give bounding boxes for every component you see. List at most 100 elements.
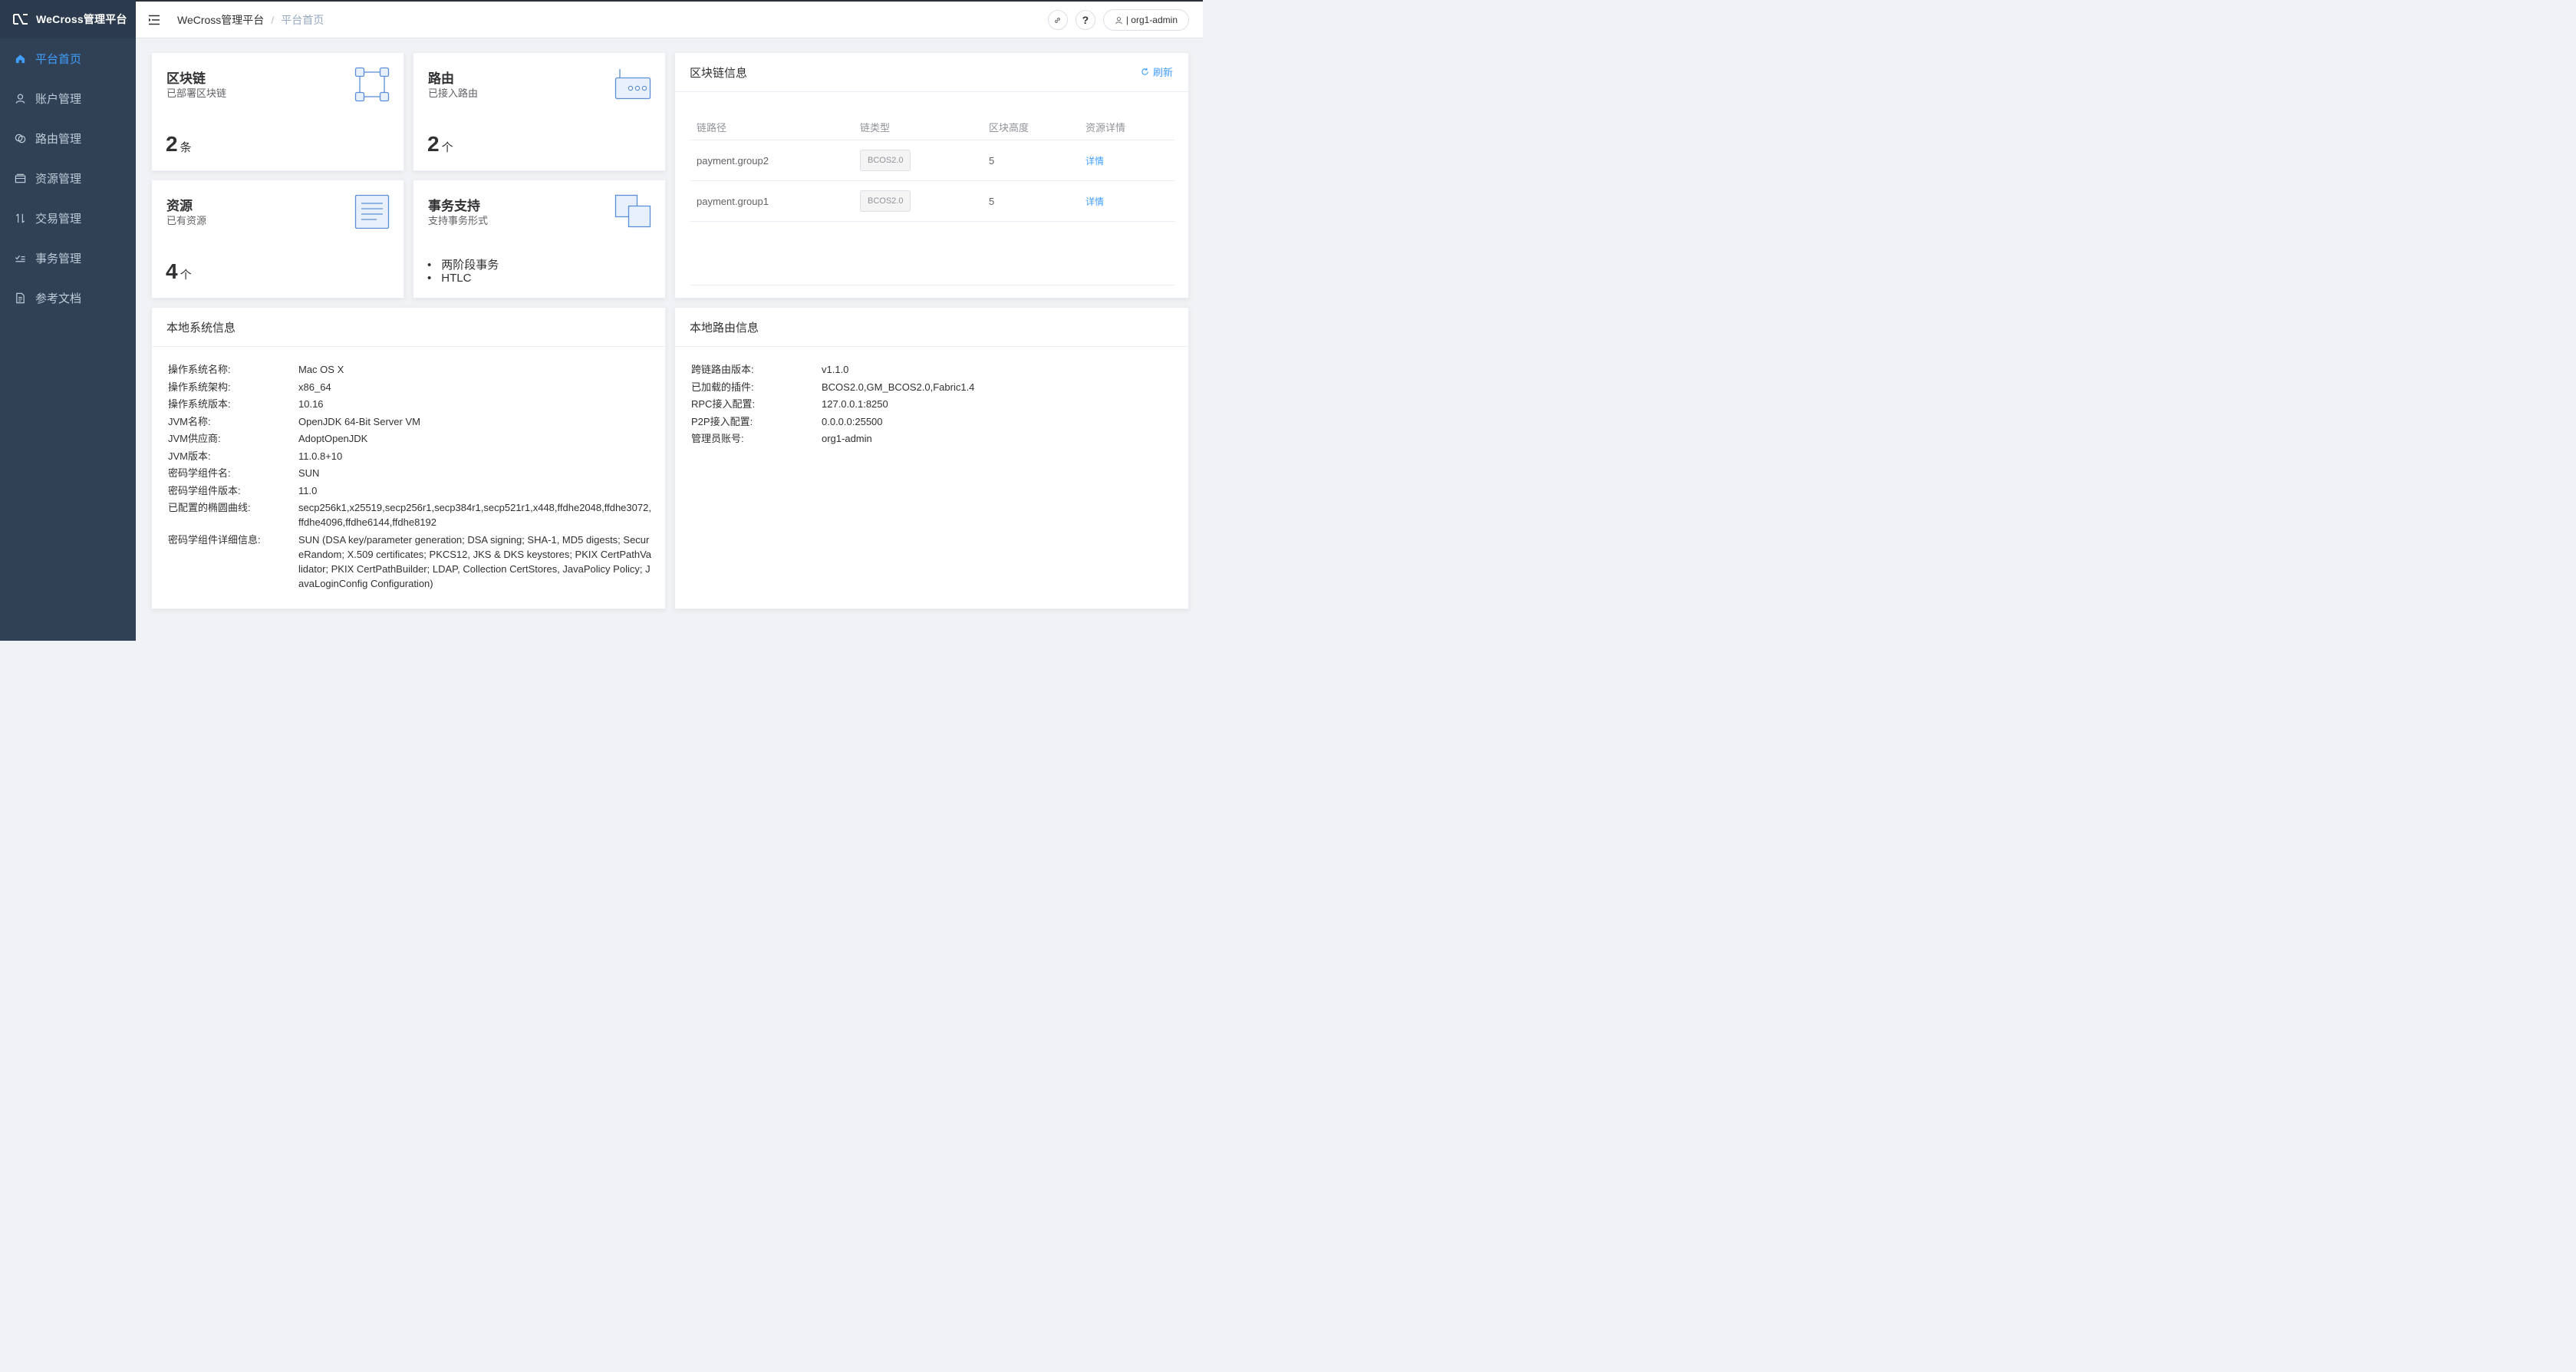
column-header-type: 链类型 [860, 122, 891, 134]
info-key: 操作系统架构: [168, 381, 231, 393]
link-icon [1055, 17, 1061, 23]
sidebar-item-accounts[interactable]: 账户管理 [0, 78, 136, 118]
panel-header: 区块链信息 刷新 [675, 53, 1188, 92]
info-value: org1-admin [822, 433, 872, 444]
stat-subtitle: 已部署区块链 [166, 87, 227, 99]
column-header-detail: 资源详情 [1085, 122, 1126, 134]
sidebar-item-txn-management[interactable]: 事务管理 [0, 238, 136, 278]
user-icon [1115, 16, 1122, 24]
stat-title: 区块链 [166, 71, 206, 86]
info-row: 已加载的插件: BCOS2.0,GM_BCOS2.0,Fabric1.4 [691, 380, 1176, 394]
sidebar-item-label: 资源管理 [35, 172, 82, 186]
info-row: 管理员账号: org1-admin [691, 431, 1176, 446]
info-key: JVM名称: [168, 415, 211, 427]
info-key: JVM版本: [168, 450, 211, 462]
list-item: • 两阶段事务 [427, 259, 499, 272]
chain-type-tag: BCOS2.0 [860, 150, 911, 171]
overlap-squares-icon [614, 194, 651, 228]
link-button[interactable] [1047, 10, 1068, 30]
column-header-path: 链路径 [697, 122, 727, 134]
panel-title: 区块链信息 [690, 66, 748, 80]
info-value: 11.0.8+10 [298, 450, 343, 462]
sidebar-item-label: 平台首页 [35, 52, 82, 66]
info-key: 管理员账号: [691, 433, 744, 444]
user-icon [14, 92, 26, 104]
sidebar-item-routers[interactable]: 路由管理 [0, 118, 136, 158]
chain-type-cell: BCOS2.0 [853, 190, 982, 212]
sidebar-item-label: 路由管理 [35, 132, 82, 146]
stat-title: 资源 [166, 199, 193, 213]
info-value: BCOS2.0,GM_BCOS2.0,Fabric1.4 [822, 381, 975, 393]
help-button[interactable]: ? [1075, 10, 1095, 30]
info-key: 跨链路由版本: [691, 364, 754, 375]
system-info-list: 操作系统名称: Mac OS X 操作系统架构: x86_64 操作系统版本: 10.… [168, 362, 653, 593]
info-row: RPC接入配置: 127.0.0.1:8250 [691, 397, 1176, 411]
breadcrumb-separator: / [271, 13, 275, 26]
info-row: JVM版本: 11.0.8+10 [168, 449, 653, 463]
block-height: 5 [989, 154, 995, 167]
hamburger-icon[interactable] [148, 15, 160, 25]
refresh-icon [1141, 68, 1148, 75]
stat-subtitle: 已接入路由 [428, 87, 479, 99]
info-row: 操作系统架构: x86_64 [168, 380, 653, 394]
info-row: JVM名称: OpenJDK 64-Bit Server VM [168, 414, 653, 429]
column-header-height: 区块高度 [989, 122, 1029, 134]
transaction-types-list: • 两阶段事务 • HTLC [427, 259, 499, 285]
sidebar-item-home[interactable]: 平台首页 [0, 38, 136, 78]
info-key: 已加载的插件: [691, 381, 754, 393]
info-key: P2P接入配置: [691, 415, 753, 427]
chain-info-panel: 区块链信息 刷新 链路径 链类型 区块高度 资源详情 payment.group… [674, 52, 1189, 298]
info-key: 密码学组件详细信息: [168, 533, 261, 546]
breadcrumb-home[interactable]: WeCross管理平台 [177, 12, 264, 28]
info-value: v1.1.0 [822, 364, 849, 375]
folder-icon [14, 172, 26, 184]
stat-value: 2 个 [427, 132, 453, 157]
panel-header: 本地系统信息 [152, 308, 665, 347]
info-key: 操作系统名称: [168, 364, 231, 375]
sidebar-menu: 平台首页 账户管理 路由管理 资源管理 交易管理 事务管理 参考文档 [0, 38, 136, 318]
info-value: SUN [298, 467, 320, 479]
sidebar-item-docs[interactable]: 参考文档 [0, 278, 136, 318]
info-key: 已配置的椭圆曲线: [168, 502, 251, 513]
app-logo[interactable]: WeCross管理平台 [0, 0, 136, 38]
router-device-icon [614, 69, 651, 100]
sidebar-item-label: 交易管理 [35, 212, 82, 226]
sidebar-item-resources[interactable]: 资源管理 [0, 158, 136, 198]
sidebar-item-transactions[interactable]: 交易管理 [0, 198, 136, 238]
stat-number: 4 [166, 259, 178, 283]
list-item: • HTLC [427, 272, 472, 285]
transactions-stat-card: 事务支持 支持事务形式 • 两阶段事务 • HTLC [413, 180, 666, 298]
detail-link[interactable]: 详情 [1085, 156, 1104, 167]
refresh-button[interactable]: 刷新 [1141, 64, 1173, 79]
app-title: WeCross管理平台 [36, 13, 127, 25]
info-row: 操作系统版本: 10.16 [168, 397, 653, 411]
stat-title: 事务支持 [428, 199, 480, 213]
home-icon [14, 52, 26, 64]
panel-title: 本地路由信息 [690, 321, 759, 335]
detail-link[interactable]: 详情 [1085, 196, 1104, 207]
sidebar-item-label: 参考文档 [35, 292, 82, 305]
user-menu-button[interactable]: | org1-admin [1102, 9, 1189, 31]
user-name: | org1-admin [1125, 15, 1178, 25]
info-value: 0.0.0.0:25500 [822, 415, 883, 427]
router-icon [14, 132, 26, 144]
info-row: P2P接入配置: 0.0.0.0:25500 [691, 414, 1176, 429]
table-row: payment.group1 BCOS2.0 5 详情 [690, 181, 1175, 222]
top-header: WeCross管理平台 / 平台首页 ? | org1-admin [136, 2, 1203, 38]
chain-table: 链路径 链类型 区块高度 资源详情 payment.group2 BCOS2.0… [690, 114, 1175, 222]
stat-unit: 条 [180, 141, 192, 154]
sidebar-item-label: 账户管理 [35, 92, 82, 106]
info-key: JVM供应商: [168, 433, 221, 444]
router-info-panel: 本地路由信息 跨链路由版本: v1.1.0 已加载的插件: BCOS2.0,GM_B… [674, 307, 1189, 609]
refresh-label: 刷新 [1152, 67, 1173, 78]
stat-subtitle: 已有资源 [166, 215, 207, 226]
breadcrumb-current: 平台首页 [281, 13, 324, 26]
header-actions: ? | org1-admin [1047, 9, 1189, 31]
document-icon [14, 292, 26, 304]
info-key: 密码学组件名: [168, 467, 231, 479]
info-row: 密码学组件详细信息: SUN (DSA key/parameter generat… [168, 533, 653, 591]
info-value: 127.0.0.1:8250 [822, 398, 888, 410]
detail-cell: 详情 [1079, 154, 1175, 167]
panel-header: 本地路由信息 [675, 308, 1188, 347]
info-row: 操作系统名称: Mac OS X [168, 362, 653, 377]
